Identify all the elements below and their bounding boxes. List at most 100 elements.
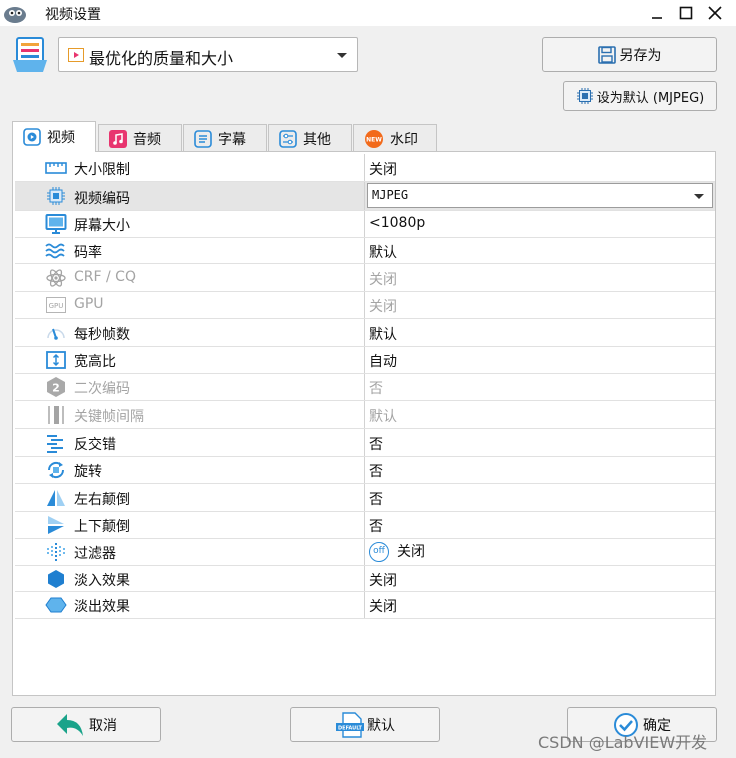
chip-icon xyxy=(576,88,593,104)
setting-row-gpu: GPU GPU 关闭 xyxy=(15,292,715,319)
setting-value: 关闭 xyxy=(369,272,397,288)
setting-name: GPU xyxy=(74,296,104,312)
setting-row-filter[interactable]: 过滤器 off 关闭 xyxy=(15,539,715,566)
setting-row-screen-size[interactable]: 屏幕大小 <1080p xyxy=(15,211,715,238)
close-icon xyxy=(708,6,722,20)
setting-row-keyframe-interval: 关键帧间隔 默认 xyxy=(15,401,715,429)
gpu-badge-text: GPU xyxy=(49,302,64,310)
setting-name: 过滤器 xyxy=(74,546,116,562)
preset-dropdown[interactable]: 最优化的质量和大小 xyxy=(58,37,358,72)
video-codec-dropdown[interactable]: MJPEG xyxy=(367,183,713,208)
setting-row-fade-out[interactable]: 淡出效果 关闭 xyxy=(15,592,715,619)
column-divider xyxy=(364,182,365,210)
save-as-button[interactable]: 另存为 xyxy=(542,37,717,72)
maximize-button[interactable] xyxy=(671,0,701,26)
setting-name: 旋转 xyxy=(74,464,102,480)
flip-vertical-icon xyxy=(45,514,67,536)
floppy-disk-icon xyxy=(597,45,616,64)
setting-value: <1080p xyxy=(369,215,426,231)
setting-name: 大小限制 xyxy=(74,162,130,178)
setting-row-two-pass: 2 二次编码 否 xyxy=(15,374,715,401)
setting-name: 宽高比 xyxy=(74,354,116,370)
set-default-label: 设为默认 (MJPEG) xyxy=(596,90,705,106)
preset-list-icon xyxy=(12,36,48,74)
setting-value: 否 xyxy=(369,492,383,508)
speedometer-icon xyxy=(45,322,67,344)
column-divider xyxy=(364,319,365,346)
tab-label: 其他 xyxy=(303,131,331,148)
filter-icon xyxy=(45,541,67,563)
gpu-icon: GPU xyxy=(45,294,67,316)
fade-out-hexagon-icon xyxy=(45,594,67,616)
cancel-label: 取消 xyxy=(89,717,117,734)
setting-name: 淡出效果 xyxy=(74,599,130,615)
tab-label: 字幕 xyxy=(218,131,246,148)
setting-name: 二次编码 xyxy=(74,381,130,397)
setting-value: 默认 xyxy=(369,327,397,343)
tab-other[interactable]: 其他 xyxy=(268,124,352,152)
new-badge-icon: NEW xyxy=(365,129,383,148)
play-icon xyxy=(23,128,41,146)
chevron-down-icon xyxy=(337,53,347,58)
setting-value: 关闭 xyxy=(369,599,397,615)
maximize-icon xyxy=(679,6,693,20)
column-divider xyxy=(364,401,365,428)
cancel-button[interactable]: 取消 xyxy=(11,707,161,742)
column-divider xyxy=(364,512,365,538)
setting-row-rotate[interactable]: 旋转 否 xyxy=(15,457,715,484)
flip-horizontal-icon xyxy=(45,487,67,509)
setting-value: 否 xyxy=(369,464,383,480)
default-button[interactable]: DEFAULT 默认 xyxy=(290,707,440,742)
setting-value: 否 xyxy=(369,519,383,535)
title-bar: 视频设置 xyxy=(0,0,736,26)
app-logo-icon xyxy=(2,2,28,24)
sliders-icon xyxy=(279,129,297,148)
setting-value: 关闭 xyxy=(397,544,425,560)
setting-row-aspect-ratio[interactable]: 宽高比 自动 xyxy=(15,347,715,374)
setting-row-size-limit[interactable]: 大小限制 关闭 xyxy=(15,154,715,182)
minimize-icon xyxy=(652,17,662,19)
close-button[interactable] xyxy=(700,0,730,26)
setting-row-bitrate[interactable]: 码率 默认 xyxy=(15,238,715,264)
setting-name: 淡入效果 xyxy=(74,573,130,589)
setting-row-video-codec[interactable]: 视频编码 MJPEG xyxy=(15,182,715,211)
preset-selected-label: 最优化的质量和大小 xyxy=(89,49,234,68)
column-divider xyxy=(364,292,365,318)
tab-label: 水印 xyxy=(390,131,418,148)
tab-video[interactable]: 视频 xyxy=(12,121,96,152)
setting-row-deinterlace[interactable]: 反交错 否 xyxy=(15,429,715,457)
setting-row-flip-vertical[interactable]: 上下颠倒 否 xyxy=(15,512,715,539)
setting-value: 否 xyxy=(369,381,383,397)
settings-panel: 大小限制 关闭 视频编码 MJPEG 屏幕大小 <1080p 码率 默认 CRF… xyxy=(12,151,716,696)
tab-subtitles[interactable]: 字幕 xyxy=(183,124,267,152)
tab-audio[interactable]: 音频 xyxy=(98,124,182,152)
chevron-down-icon xyxy=(694,194,704,199)
tab-watermark[interactable]: NEW 水印 xyxy=(353,124,437,152)
setting-row-fade-in[interactable]: 淡入效果 关闭 xyxy=(15,566,715,592)
video-thumbnail-icon xyxy=(68,48,84,62)
minimize-button[interactable] xyxy=(642,0,672,26)
music-icon xyxy=(109,129,127,148)
fade-in-hexagon-icon xyxy=(45,568,67,590)
subtitle-icon xyxy=(194,129,212,148)
setting-value: 关闭 xyxy=(369,573,397,589)
setting-value-wrap: off 关闭 xyxy=(369,541,425,562)
setting-name: 反交错 xyxy=(74,437,116,453)
setting-row-flip-horizontal[interactable]: 左右颠倒 否 xyxy=(15,484,715,512)
setting-row-fps[interactable]: 每秒帧数 默认 xyxy=(15,319,715,347)
setting-value: 默认 xyxy=(369,409,397,425)
setting-value: 默认 xyxy=(369,245,397,261)
default-badge-text: DEFAULT xyxy=(338,725,363,731)
column-divider xyxy=(364,457,365,483)
deinterlace-icon xyxy=(45,432,67,454)
video-codec-value: MJPEG xyxy=(372,188,409,202)
tab-label: 音频 xyxy=(133,131,161,148)
setting-name: 关键帧间隔 xyxy=(74,409,144,425)
rotate-icon xyxy=(45,459,67,481)
setting-name: 码率 xyxy=(74,245,102,261)
setting-name: CRF / CQ xyxy=(74,269,136,285)
set-default-button[interactable]: 设为默认 (MJPEG) xyxy=(563,81,717,111)
column-divider xyxy=(364,238,365,263)
monitor-icon xyxy=(45,213,67,235)
column-divider xyxy=(364,429,365,456)
